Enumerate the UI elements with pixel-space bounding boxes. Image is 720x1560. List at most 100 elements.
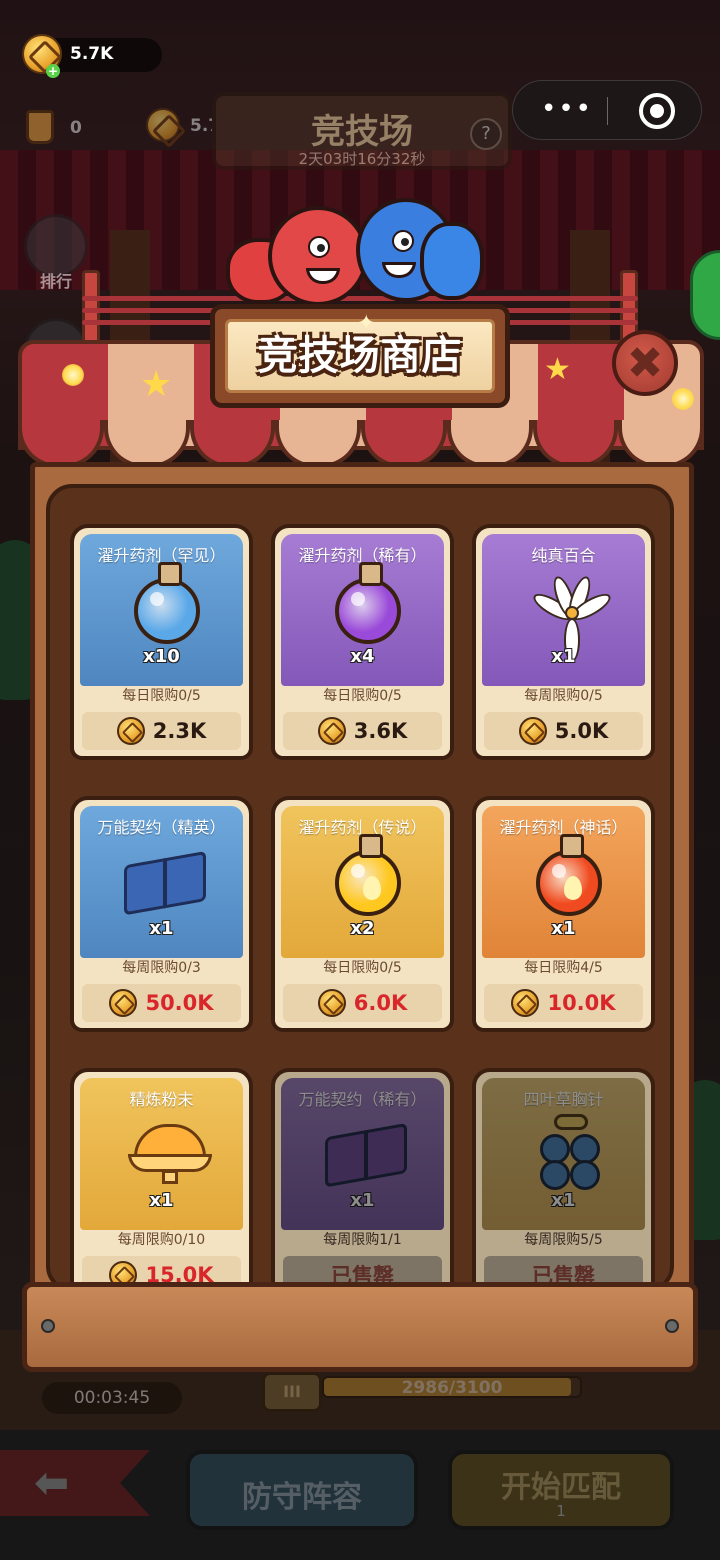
buy-button[interactable]: 2.3K	[82, 712, 241, 750]
shop-item-name: 纯真百合	[531, 546, 596, 565]
shop-item-card[interactable]: 濯升药剂（稀有） x4 每日限购0/5 3.6K	[271, 524, 454, 760]
shop-item-price: 10.0K	[547, 991, 616, 1015]
start-match-button[interactable]: 开始匹配 1	[448, 1450, 674, 1530]
lily-icon	[529, 573, 615, 662]
shop-item-purchase-limit: 每日限购0/5	[122, 688, 201, 704]
shop-bottom-plank	[22, 1282, 698, 1372]
shop-item-quantity: x1	[350, 1190, 375, 1211]
potion-blue-icon	[134, 562, 200, 644]
shop-item-quantity: x1	[551, 646, 576, 667]
shop-item-card[interactable]: 四叶草胸针 x1 每周限购5/5 已售罄	[472, 1068, 655, 1288]
back-arrow-icon: ⬅	[34, 1458, 70, 1507]
shop-item-art: 濯升药剂（罕见） x10	[80, 534, 243, 686]
arena-title-board: 竞技场 2天03时16分32秒	[212, 92, 512, 170]
nail-icon	[665, 1319, 679, 1333]
arena-coin-icon	[511, 989, 540, 1017]
contract-book-purple-icon	[325, 1122, 409, 1190]
shop-item-grid: 濯升药剂（罕见） x10 每日限购0/5 2.3K 濯升药剂（稀有） x4 每日限购0/5 3…	[70, 524, 656, 1288]
shop-item-name: 四叶草胸针	[523, 1090, 604, 1109]
shop-item-card[interactable]: 精炼粉末 x1 每周限购0/10 15.0K	[70, 1068, 253, 1288]
contract-book-blue-icon	[124, 850, 208, 918]
arena-coin-secondary-icon	[146, 108, 180, 142]
close-button[interactable]: ✖	[612, 330, 678, 396]
shop-item-price: 2.3K	[152, 719, 207, 743]
defense-lineup-button[interactable]: 防守阵容	[186, 1450, 418, 1530]
shop-item-name: 万能契约（稀有）	[298, 1090, 427, 1109]
buy-button[interactable]: 5.0K	[484, 712, 643, 750]
chat-bubble-icon[interactable]	[690, 250, 720, 340]
shop-item-art: 濯升药剂（传说） x2	[281, 806, 444, 958]
shop-item-quantity: x2	[350, 918, 375, 939]
ranking-label: 排行	[39, 272, 72, 291]
arena-coin-icon	[109, 989, 138, 1017]
shop-item-card[interactable]: 濯升药剂（神话） x1 每日限购4/5 10.0K	[472, 796, 655, 1032]
shop-item-price: 5.0K	[554, 719, 609, 743]
shop-item-art: 濯升药剂（稀有） x4	[281, 534, 444, 686]
potion-gold-icon	[335, 834, 401, 916]
juice-icon	[26, 110, 54, 144]
potion-red-icon	[536, 834, 602, 916]
shop-item-price: 3.6K	[353, 719, 408, 743]
rank-progress-text: 2986/3100	[401, 1378, 503, 1398]
main-currency-value: 5.7K	[70, 44, 114, 64]
shop-item-purchase-limit: 每周限购0/3	[122, 960, 201, 976]
match-timer: 00:03:45	[42, 1382, 182, 1414]
shop-item-purchase-limit: 每日限购0/5	[323, 688, 402, 704]
help-button[interactable]: ?	[470, 118, 502, 150]
juice-count: 0	[70, 118, 82, 138]
buy-button[interactable]: 6.0K	[283, 984, 442, 1022]
shop-item-card[interactable]: 濯升药剂（罕见） x10 每日限购0/5 2.3K	[70, 524, 253, 760]
shop-item-purchase-limit: 每日限购0/5	[323, 960, 402, 976]
shop-item-purchase-limit: 每周限购5/5	[524, 1232, 603, 1248]
shop-item-quantity: x1	[149, 1190, 174, 1211]
shop-item-purchase-limit: 每日限购4/5	[524, 960, 603, 976]
buy-button[interactable]: 10.0K	[484, 984, 643, 1022]
shop-item-card[interactable]: 纯真百合 x1 每周限购0/5 5.0K	[472, 524, 655, 760]
rank-badge: III	[262, 1372, 322, 1412]
shop-item-card[interactable]: 万能契约（稀有） x1 每周限购1/1 已售罄	[271, 1068, 454, 1288]
arena-coin-icon	[317, 717, 346, 745]
awning-scallops	[18, 420, 704, 468]
shop-item-quantity: x1	[551, 1190, 576, 1211]
close-miniprogram-icon[interactable]	[639, 93, 675, 129]
potion-purple-icon	[335, 562, 401, 644]
buy-button[interactable]: 50.0K	[82, 984, 241, 1022]
arena-timer: 2天03时16分32秒	[298, 150, 426, 168]
shop-item-art: 濯升药剂（神话） x1	[482, 806, 645, 958]
mini-program-capsule: •••	[512, 80, 702, 140]
shop-item-card[interactable]: 万能契约（精英） x1 每周限购0/3 50.0K	[70, 796, 253, 1032]
shop-item-art: 精炼粉末 x1	[80, 1078, 243, 1230]
shop-item-list[interactable]: 濯升药剂（罕见） x10 每日限购0/5 2.3K 濯升药剂（稀有） x4 每日限购0/5 3…	[46, 484, 674, 1292]
shop-item-name: 精炼粉末	[129, 1090, 194, 1109]
shop-item-art: 四叶草胸针 x1	[482, 1078, 645, 1230]
shop-item-purchase-limit: 每周限购0/5	[524, 688, 603, 704]
star-light-icon: ★	[140, 364, 173, 405]
shop-item-price: 50.0K	[145, 991, 214, 1015]
shop-item-price: 6.0K	[353, 991, 408, 1015]
blue-fighter-glove-icon	[420, 222, 484, 300]
nail-icon	[41, 1319, 55, 1333]
red-fighter-icon	[268, 206, 368, 306]
shop-title-sign: ✦ 竞技场商店	[210, 304, 510, 408]
more-options-icon[interactable]: •••	[541, 96, 593, 122]
clover-brooch-icon	[536, 1114, 606, 1190]
match-cost: 1	[556, 1502, 566, 1520]
string-light	[672, 388, 694, 410]
close-icon: ✖	[626, 338, 664, 389]
star-light-icon: ★	[544, 352, 571, 387]
string-light	[62, 364, 84, 386]
shop-item-quantity: x1	[149, 918, 174, 939]
buy-button[interactable]: 3.6K	[283, 712, 442, 750]
arena-coin-icon	[317, 989, 346, 1017]
shop-item-purchase-limit: 每周限购0/10	[117, 1232, 206, 1248]
add-currency-icon[interactable]: +	[46, 64, 60, 78]
rank-progress-bar: 2986/3100	[322, 1376, 582, 1398]
shop-item-art: 万能契约（稀有） x1	[281, 1078, 444, 1230]
shop-item-card[interactable]: 濯升药剂（传说） x2 每日限购0/5 6.0K	[271, 796, 454, 1032]
shop-item-quantity: x1	[551, 918, 576, 939]
start-match-label: 开始匹配	[501, 1470, 621, 1505]
refined-powder-icon	[128, 1124, 212, 1186]
defense-lineup-label: 防守阵容	[242, 1480, 362, 1515]
shop-item-art: 纯真百合 x1	[482, 534, 645, 686]
shop-item-quantity: x10	[143, 646, 180, 667]
